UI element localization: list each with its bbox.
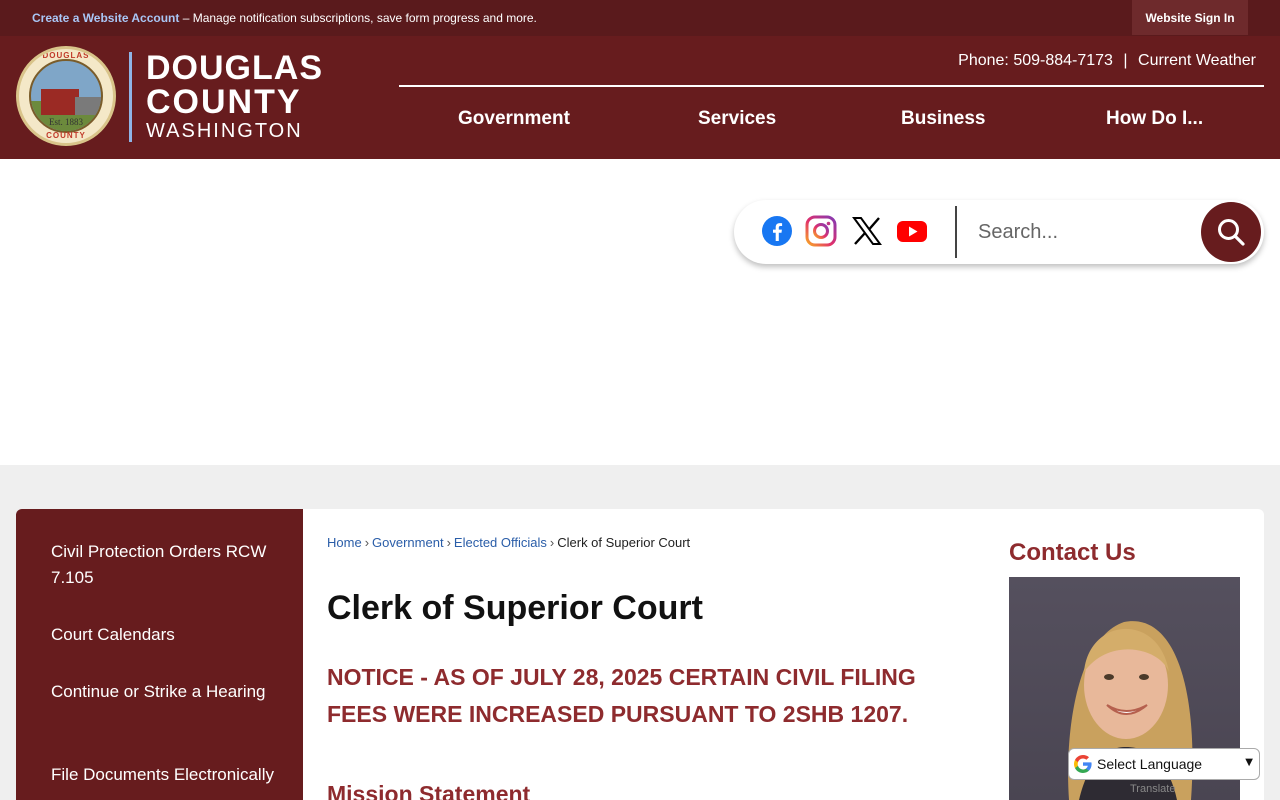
page-title: Clerk of Superior Court: [327, 589, 703, 627]
breadcrumb: Home › Government › Elected Officials › Clerk …: [327, 535, 691, 550]
youtube-icon[interactable]: [896, 215, 928, 247]
breadcrumb-home[interactable]: Home: [327, 535, 362, 550]
logo-wordmark-county[interactable]: COUNTY: [146, 84, 302, 120]
translate-powered-by: Translate: [1130, 783, 1176, 795]
x-twitter-icon[interactable]: [851, 215, 883, 247]
nav-how-do-i[interactable]: How Do I...: [1106, 108, 1203, 130]
nav-business[interactable]: Business: [901, 108, 985, 130]
header-divider: [399, 85, 1264, 87]
nav-services[interactable]: Services: [698, 108, 776, 130]
search-input[interactable]: [978, 214, 1188, 250]
sidebar-item-court-calendars[interactable]: Court Calendars: [51, 622, 281, 648]
logo-wordmark-douglas[interactable]: DOUGLAS: [146, 50, 323, 86]
mission-statement-heading[interactable]: Mission Statement: [327, 781, 530, 800]
facebook-icon[interactable]: [761, 215, 793, 247]
phone-link[interactable]: Phone: 509-884-7173: [958, 52, 1113, 69]
sidebar-nav: Civil Protection Orders RCW 7.105 Court …: [16, 509, 303, 800]
breadcrumb-current: Clerk of Superior Court: [557, 535, 691, 550]
instagram-icon[interactable]: [805, 215, 837, 247]
sidebar-item-continue-or-strike[interactable]: Continue or Strike a Hearing: [51, 679, 281, 705]
contact-us-heading: Contact Us: [1009, 539, 1136, 566]
sign-in-button[interactable]: Website Sign In: [1132, 0, 1248, 35]
top-utility-bar: Create a Website Account – Manage notifi…: [0, 0, 1280, 36]
google-g-icon: [1074, 755, 1092, 773]
courthouse-illustration: [41, 89, 79, 115]
logo-divider: [129, 52, 132, 142]
search-button[interactable]: [1201, 202, 1261, 262]
breadcrumb-elected-officials[interactable]: Elected Officials: [454, 535, 547, 550]
social-search-divider: [955, 206, 957, 258]
main-nav: Government Services Business How Do I...: [399, 108, 1264, 138]
create-account-link[interactable]: Create a Website Account: [32, 11, 179, 25]
search-icon: [1218, 219, 1245, 246]
account-banner: Create a Website Account – Manage notifi…: [32, 11, 537, 25]
logo-wordmark-washington[interactable]: WASHINGTON: [146, 120, 303, 142]
fee-notice: NOTICE - AS OF JULY 28, 2025 CERTAIN CIV…: [327, 664, 916, 727]
contact-separator: |: [1123, 52, 1128, 69]
sidebar-item-civil-protection-orders[interactable]: Civil Protection Orders RCW 7.105: [51, 539, 281, 591]
header-contact-info: Phone: 509-884-7173 | Current Weather: [958, 52, 1256, 70]
sidebar-item-file-documents[interactable]: File Documents Electronically: [51, 762, 281, 788]
seal-est-text: Est. 1883: [48, 117, 83, 127]
nav-government[interactable]: Government: [458, 108, 570, 130]
current-weather-link[interactable]: Current Weather: [1138, 52, 1256, 69]
account-banner-desc: – Manage notification subscriptions, sav…: [179, 11, 537, 25]
breadcrumb-government[interactable]: Government: [372, 535, 444, 550]
site-header: DOUGLAS Est. 1883 COUNTY DOUGLAS COUNTY …: [0, 36, 1280, 159]
social-search-bar: [734, 200, 1264, 264]
seal-bottom-text: COUNTY: [46, 131, 86, 140]
county-seal-logo[interactable]: DOUGLAS Est. 1883 COUNTY: [16, 46, 116, 146]
language-select-label: Select Language: [1097, 756, 1203, 772]
chevron-down-icon: ▼: [1245, 757, 1253, 768]
language-select[interactable]: Select Language ▼: [1068, 748, 1260, 780]
